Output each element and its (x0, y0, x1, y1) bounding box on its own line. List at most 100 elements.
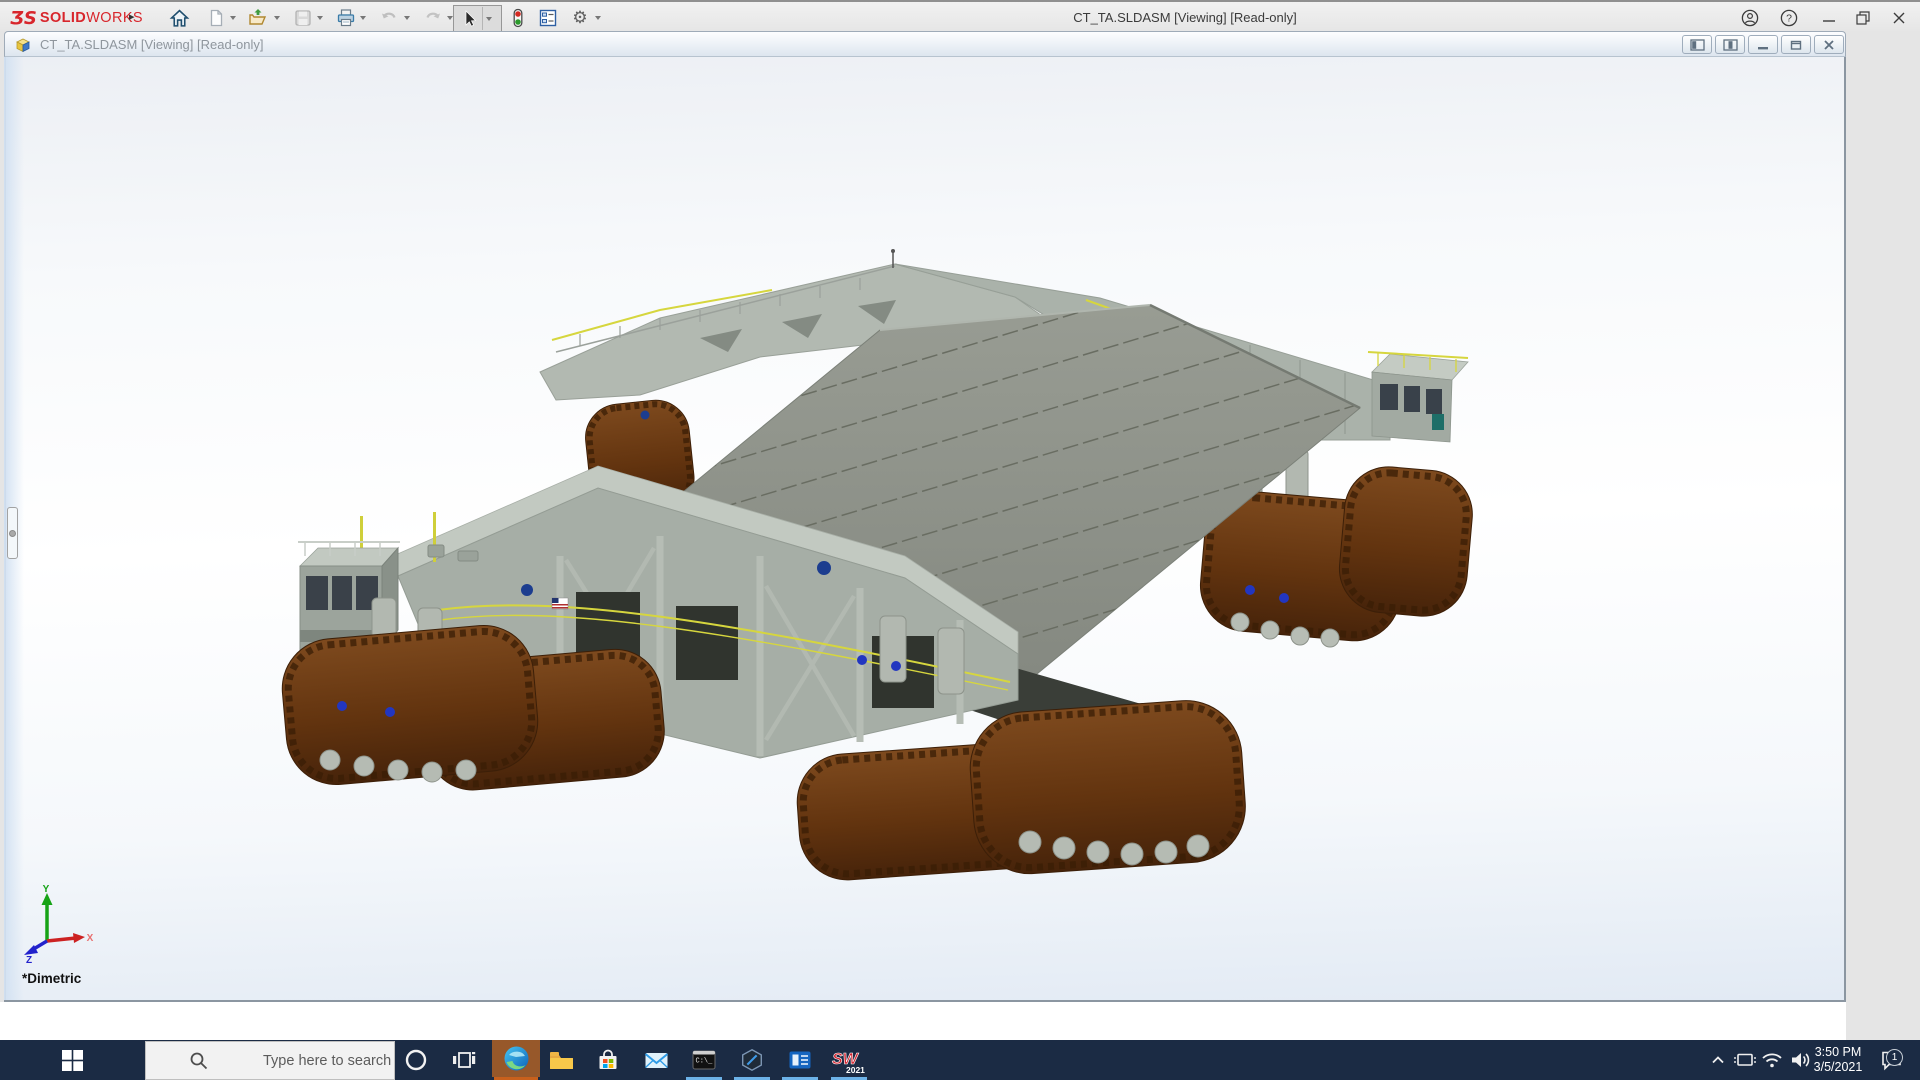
taskbar-item-cortana[interactable] (396, 1040, 436, 1080)
pane-right-button[interactable] (1715, 35, 1745, 54)
taskbar-item-mail[interactable] (636, 1040, 676, 1080)
select-arrow-icon (458, 8, 480, 30)
taskbar-search[interactable]: Type here to search (145, 1041, 395, 1080)
open-button[interactable] (246, 6, 270, 30)
pane-left-icon (1690, 39, 1705, 51)
print-button[interactable] (334, 6, 358, 30)
store-icon (595, 1047, 621, 1073)
cmd-icon-text: C:\_ (696, 1058, 714, 1066)
wifi-icon (1760, 1050, 1784, 1070)
triad-z-label: Z (26, 955, 32, 965)
taskbar-item-solidworks[interactable]: SW 2021 (828, 1040, 870, 1080)
taskbar-item-task-view[interactable] (444, 1040, 484, 1080)
close-button[interactable] (1882, 5, 1916, 30)
handle-dot (9, 530, 16, 537)
triad-x-label: X (87, 933, 94, 944)
tray-chevron-button[interactable] (1706, 1040, 1730, 1080)
mail-icon (643, 1048, 670, 1072)
taskbar-item-hexagon-app[interactable] (732, 1040, 772, 1080)
doc-close-icon (1822, 39, 1836, 51)
doc-minimize-icon (1756, 39, 1770, 51)
undo-button[interactable] (377, 6, 401, 30)
taskbar-item-edge[interactable] (492, 1040, 540, 1077)
select-tool-dropdown[interactable] (486, 17, 492, 21)
tray-wifi-button[interactable] (1758, 1040, 1786, 1080)
help-button[interactable]: ? (1772, 5, 1806, 30)
restore-icon (1855, 10, 1871, 26)
solidworks-taskbar-icon: SW 2021 (830, 1045, 868, 1075)
undo-dropdown[interactable] (404, 16, 410, 20)
open-dropdown[interactable] (274, 16, 280, 20)
home-button[interactable] (167, 6, 191, 30)
traffic-light-icon (508, 7, 528, 29)
svg-text:?: ? (1786, 12, 1792, 24)
new-document-dropdown[interactable] (230, 16, 236, 20)
windows-logo-icon (62, 1050, 83, 1071)
solidworks-badge: 2021 (846, 1065, 865, 1075)
hexagon-app-icon (739, 1047, 765, 1073)
clock-time: 3:50 PM (1806, 1045, 1870, 1060)
notification-badge: 1 (1886, 1049, 1903, 1066)
redo-button[interactable] (421, 6, 445, 30)
print-dropdown[interactable] (360, 16, 366, 20)
search-icon (188, 1050, 210, 1072)
solidworks-logo: ƷS SOLID WORKS (10, 7, 143, 29)
doc-minimize-button[interactable] (1748, 35, 1778, 54)
open-folder-icon (247, 7, 269, 29)
tray-display-button[interactable] (1732, 1040, 1758, 1080)
taskbar-clock[interactable]: 3:50 PM 3/5/2021 (1806, 1045, 1870, 1075)
chevron-up-icon (1710, 1052, 1726, 1068)
design-check-button[interactable] (506, 6, 530, 30)
solidworks-application-window: ƷS SOLID WORKS ▸ (0, 0, 1920, 1080)
pane-right-icon (1723, 39, 1738, 51)
taskbar-item-store[interactable] (588, 1040, 628, 1080)
options-button[interactable]: ⚙ (568, 6, 592, 30)
select-tool-button[interactable] (453, 5, 502, 32)
restore-button[interactable] (1846, 5, 1880, 30)
minimize-icon (1821, 10, 1837, 26)
app-title: CT_TA.SLDASM [Viewing] [Read-only] (1010, 10, 1360, 25)
edge-icon (503, 1045, 530, 1072)
pane-left-button[interactable] (1682, 35, 1712, 54)
doc-restore-button[interactable] (1781, 35, 1811, 54)
minimize-button[interactable] (1812, 5, 1846, 30)
new-document-icon (206, 8, 226, 28)
triad-y-label: Y (43, 885, 50, 895)
doc-close-button[interactable] (1814, 35, 1844, 54)
file-explorer-icon (548, 1048, 575, 1072)
graphics-viewport[interactable] (4, 57, 1846, 1002)
blue-window-app-icon (787, 1048, 813, 1072)
task-view-icon (451, 1048, 477, 1072)
tray-display-icon (1734, 1050, 1756, 1070)
save-dropdown[interactable] (317, 16, 323, 20)
cortana-icon (404, 1048, 428, 1072)
help-icon: ? (1779, 8, 1799, 28)
account-button[interactable] (1733, 5, 1767, 30)
undo-icon (378, 7, 400, 29)
close-icon (1891, 10, 1907, 26)
document-title: CT_TA.SLDASM [Viewing] [Read-only] (40, 37, 264, 52)
solidworks-logo-symbol: ƷS (10, 8, 37, 29)
new-document-button[interactable] (204, 6, 228, 30)
gear-icon: ⚙ (572, 10, 587, 27)
start-button[interactable] (48, 1040, 96, 1080)
clock-date: 3/5/2021 (1806, 1060, 1870, 1075)
document-title-bar (4, 31, 1846, 57)
menu-flyout-arrow[interactable]: ▸ (129, 10, 135, 23)
orientation-triad: Y X Z (20, 885, 94, 965)
taskbar-item-blue-window-app[interactable] (780, 1040, 820, 1080)
report-list-icon (537, 7, 559, 29)
report-button[interactable] (536, 6, 560, 30)
taskbar-item-file-explorer[interactable] (541, 1040, 581, 1080)
feature-manager-collapsed-handle[interactable] (7, 507, 18, 559)
app-title-bar: ƷS SOLID WORKS ▸ (0, 2, 1920, 31)
save-button[interactable] (291, 6, 315, 30)
taskbar-item-command-prompt[interactable]: C:\_ (684, 1040, 724, 1080)
print-icon (335, 7, 357, 29)
action-center-button[interactable]: 1 (1874, 1040, 1910, 1080)
command-prompt-icon: C:\_ (691, 1048, 717, 1072)
account-icon (1740, 8, 1760, 28)
view-orientation-label: *Dimetric (22, 971, 81, 986)
options-dropdown[interactable] (595, 16, 601, 20)
doc-restore-icon (1789, 39, 1803, 51)
